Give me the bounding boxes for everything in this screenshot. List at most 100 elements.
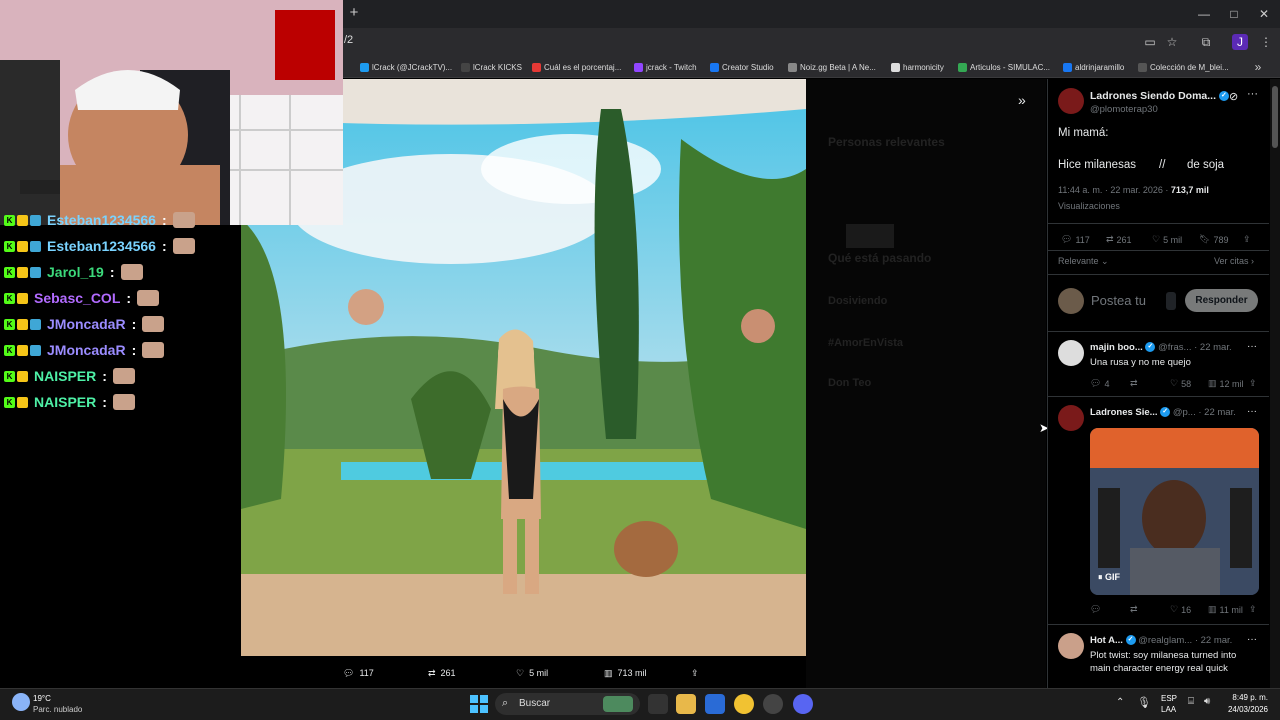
weather-icon[interactable] [12,693,30,711]
bookmark-label: aldrinjaramillo [1075,62,1125,72]
media-like-action[interactable]: ♡ 5 mil [516,665,548,681]
minimize-button[interactable]: — [1189,4,1219,24]
bookmark-item[interactable]: aldrinjaramillo [1063,60,1124,74]
start-button[interactable] [469,694,489,714]
reply-views-stat[interactable]: ▥ 11 mil [1208,604,1243,615]
post-author-handle[interactable]: @plomoterap30 [1090,104,1158,115]
reply-button[interactable]: Responder [1185,289,1258,312]
clock-date[interactable]: 24/03/2026 [1222,705,1268,714]
post-like-stat[interactable]: ♡ 5 mil [1152,234,1182,245]
collapse-panel-icon[interactable]: » [1018,92,1026,108]
search-highlight-image [603,696,633,712]
scrollbar[interactable] [1270,79,1280,688]
task-view-icon[interactable] [648,694,668,714]
menu-icon[interactable]: ⋮ [1258,34,1274,50]
post-author-name[interactable]: Ladrones Siendo Doma... ✓ [1090,90,1229,102]
sort-dropdown[interactable]: Relevante ⌄ [1058,256,1109,267]
more-bookmarks-icon[interactable]: » [1250,59,1266,75]
close-window-button[interactable]: ✕ [1249,4,1279,24]
reply-author[interactable]: majin boo... ✓ @fras... · 22 mar. [1090,342,1232,353]
chat-message: K JMoncadaR: [4,341,165,359]
language-indicator[interactable]: ESP [1161,694,1177,703]
avatar[interactable] [1058,340,1084,366]
weather-temp[interactable]: 19°C [33,694,51,703]
chrome-icon[interactable] [734,694,754,714]
bookmark-item[interactable]: Cuál es el porcentaj... [532,60,621,74]
reply-reply-stat[interactable]: 💬︎ [1090,604,1101,615]
streamer-webcam [0,0,343,225]
more-options-icon[interactable]: ··· [1247,406,1257,417]
view-quotes-link[interactable]: Ver citas › [1214,256,1254,266]
reply-author[interactable]: Hot A... ✓ @realglam... · 22 mar. [1090,635,1232,646]
chat-username[interactable]: JMoncadaR [47,342,126,358]
more-options-icon[interactable]: ··· [1247,341,1257,352]
bookmark-item[interactable]: lCrack (@JCrackTV)... [360,60,452,74]
network-icon[interactable]: ⌸ [1188,696,1194,707]
reply-author[interactable]: Ladrones Sie... ✓ @p... · 22 mar. [1090,407,1236,418]
clock-time[interactable]: 8:49 p. m. [1226,693,1268,702]
star-icon[interactable]: ☆ [1164,34,1180,50]
reply-gif[interactable]: ⏸︎ GIF [1090,428,1259,595]
reply-reply-stat[interactable]: 💬︎ 4 [1090,378,1109,389]
media-share-action[interactable]: ⇪ [691,665,699,681]
chat-username[interactable]: Jarol_19 [47,264,104,280]
bookmark-item[interactable]: jcrack - Twitch [634,60,697,74]
taskbar-search[interactable]: ⌕ Buscar [495,693,640,715]
maximize-button[interactable]: □ [1219,4,1249,24]
language-sub[interactable]: LAA [1161,705,1176,714]
chat-username[interactable]: JMoncadaR [47,316,126,332]
subscriber-badge-icon [17,370,28,382]
reply-repost-stat[interactable]: ⇄ [1130,604,1138,615]
volume-icon[interactable]: 🔊︎ [1204,696,1210,707]
more-options-icon[interactable]: ··· [1247,634,1257,645]
divider [1047,274,1269,275]
avatar[interactable] [1058,405,1084,431]
reply-repost-stat[interactable]: ⇄ [1130,378,1138,389]
mail-icon[interactable] [705,694,725,714]
chat-username[interactable]: Esteban1234566 [47,212,156,228]
media-views-action[interactable]: ▥ 713 mil [604,665,647,681]
bookmark-item[interactable]: harmonicity [891,60,944,74]
reply-like-stat[interactable]: ♡ 58 [1170,378,1191,389]
reply-views-stat[interactable]: ▥ 12 mil [1208,378,1244,389]
avatar[interactable] [1058,633,1084,659]
file-explorer-icon[interactable] [676,694,696,714]
app-icon[interactable] [763,694,783,714]
discord-icon[interactable] [793,694,813,714]
share-icon: ⇪ [691,667,699,678]
reply-like-stat[interactable]: ♡ 16 [1170,604,1191,615]
cast-icon[interactable]: ▭ [1142,34,1158,50]
bookmark-item[interactable]: Creator Studio [710,60,774,74]
share-icon[interactable]: ⇪ [1249,378,1257,389]
profile-icon[interactable]: J [1232,34,1248,50]
bookmark-item[interactable]: Colección de M_blei... [1138,60,1229,74]
more-options-icon[interactable]: ··· [1247,88,1258,100]
post-reply-stat[interactable]: 💬︎ 117 [1061,234,1090,245]
reply-input[interactable]: Postea tu [1091,293,1146,308]
new-tab-button[interactable]: + [346,5,362,21]
chat-username[interactable]: NAISPER [34,368,96,384]
bookmark-item[interactable]: Noiz.gg Beta | A Ne... [788,60,876,74]
extensions-icon[interactable]: ⧉ [1198,34,1214,50]
weather-desc[interactable]: Parc. nublado [33,705,82,714]
scrollbar-thumb[interactable] [1272,86,1278,148]
bookmark-item[interactable]: lCrack KICKS [461,60,522,74]
chat-separator: : [131,316,137,332]
chat-username[interactable]: Sebasc_COL [34,290,120,306]
share-icon[interactable]: ⇪ [1249,604,1257,615]
media-repost-action[interactable]: ⇄ 261 [428,665,456,681]
post-repost-stat[interactable]: ⇄ 261 [1106,234,1132,245]
address-bar[interactable]: /2 [344,34,353,46]
media-reply-action[interactable]: 💬︎ 117 [343,665,374,681]
views-label: Visualizaciones [1058,201,1120,211]
repost-icon: ⇄ [428,667,436,678]
share-icon[interactable]: ⇪ [1243,234,1251,245]
chevron-up-icon[interactable]: ⌃ [1116,697,1124,708]
post-bookmark-stat[interactable]: 🔖︎ 789 [1199,234,1228,245]
bookmark-item[interactable]: Articulos - SIMULAC... [958,60,1050,74]
chat-username[interactable]: Esteban1234566 [47,238,156,254]
avatar[interactable] [1058,88,1084,114]
chat-username[interactable]: NAISPER [34,394,96,410]
microphone-icon[interactable]: 🎙︎ [1137,696,1151,709]
grok-icon[interactable]: ⊘ [1229,90,1238,103]
